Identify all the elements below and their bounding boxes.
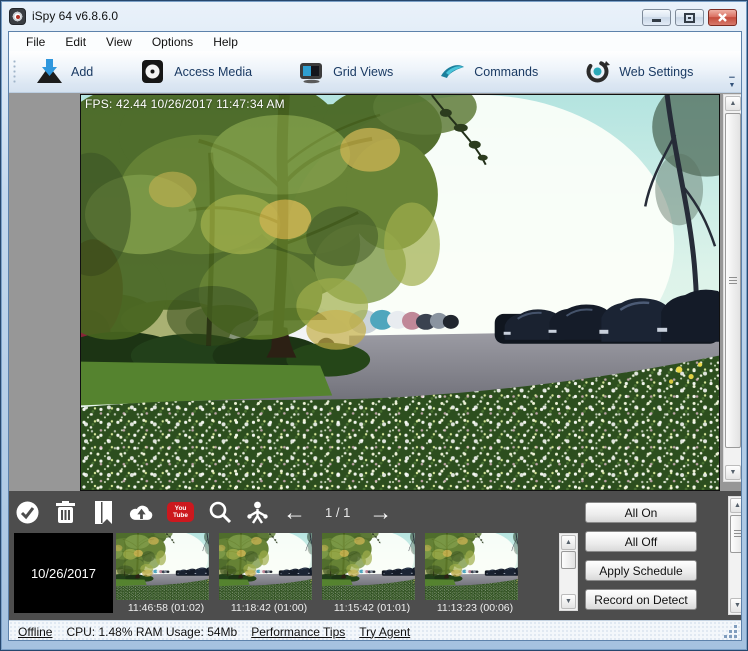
add-camera-icon	[36, 58, 63, 85]
youtube-icon[interactable]: You Tube	[167, 502, 194, 522]
record-on-detect-button[interactable]: Record on Detect	[585, 589, 697, 610]
offline-link[interactable]: Offline	[18, 625, 52, 639]
previous-page-arrow[interactable]: ←	[283, 501, 306, 523]
commands-swoosh-icon	[439, 58, 466, 85]
page-indicator: 1 / 1	[325, 505, 350, 520]
main-toolbar: Add Access Media Grid Views	[9, 51, 741, 93]
menu-bar: File Edit View Options Help	[9, 32, 741, 51]
status-bar: Offline CPU: 1.48% RAM Usage: 54Mb Perfo…	[9, 620, 741, 641]
title-bar[interactable]: iSpy 64 v6.8.6.0	[1, 1, 747, 31]
select-check-icon[interactable]	[15, 500, 40, 525]
toolbar-overflow-icon[interactable]: ▔▼	[726, 80, 738, 88]
apply-schedule-button[interactable]: Apply Schedule	[585, 560, 697, 581]
scroll-up-icon[interactable]: ▲	[561, 535, 576, 550]
recording-thumbnail[interactable]: 11:15:42 (01:01)	[322, 533, 422, 613]
menu-view[interactable]: View	[97, 33, 141, 51]
menu-help[interactable]: Help	[204, 33, 247, 51]
cpu-ram-usage: CPU: 1.48% RAM Usage: 54Mb	[66, 625, 237, 639]
bookmark-icon[interactable]	[91, 500, 116, 525]
menu-options[interactable]: Options	[143, 33, 202, 51]
minimize-button[interactable]	[642, 9, 671, 26]
toolbar-grip[interactable]	[13, 59, 16, 85]
scroll-down-icon[interactable]: ▼	[561, 594, 576, 609]
camera-live-view[interactable]: FPS: 42.44 10/26/2017 11:47:34 AM	[80, 94, 720, 491]
grid-views-button[interactable]: Grid Views	[288, 54, 403, 89]
camera-controls: All On All Off Apply Schedule Record on …	[585, 502, 697, 618]
fps-timestamp-overlay: FPS: 42.44 10/26/2017 11:47:34 AM	[85, 97, 285, 111]
resize-grip-icon[interactable]	[725, 626, 737, 638]
menu-edit[interactable]: Edit	[56, 33, 95, 51]
media-toolbar: You Tube ← 1 / 1 →	[15, 494, 392, 530]
recording-thumbnail[interactable]: 11:46:58 (01:02)	[116, 533, 216, 613]
access-media-button[interactable]: Access Media	[129, 54, 262, 89]
next-page-arrow[interactable]: →	[369, 501, 392, 523]
close-icon	[717, 13, 728, 23]
recording-thumbnail[interactable]: 11:18:42 (01:00)	[219, 533, 319, 613]
share-person-icon[interactable]	[245, 500, 270, 525]
camera-scene	[81, 95, 719, 490]
panel-vertical-scrollbar[interactable]: ▲ ▼	[728, 496, 742, 615]
commands-button[interactable]: Commands	[429, 54, 548, 89]
search-icon[interactable]	[207, 500, 232, 525]
delete-trash-icon[interactable]	[53, 500, 78, 525]
app-eye-icon	[9, 8, 26, 25]
web-settings-sync-icon	[584, 58, 611, 85]
maximize-button[interactable]	[675, 9, 704, 26]
window-title: iSpy 64 v6.8.6.0	[32, 9, 118, 23]
scrollbar-thumb[interactable]	[725, 113, 741, 448]
close-button[interactable]	[708, 9, 737, 26]
web-settings-button[interactable]: Web Settings	[574, 54, 703, 89]
scroll-down-icon[interactable]: ▼	[725, 465, 741, 480]
scroll-down-icon[interactable]: ▼	[730, 598, 742, 613]
maximize-icon	[684, 13, 695, 23]
add-button[interactable]: Add	[26, 54, 103, 89]
cloud-upload-icon[interactable]	[129, 500, 154, 525]
menu-file[interactable]: File	[17, 33, 54, 51]
grid-monitor-icon	[298, 58, 325, 85]
scrollbar-thumb[interactable]	[561, 551, 576, 569]
app-window: iSpy 64 v6.8.6.0 File Edit View Options …	[0, 0, 748, 651]
scroll-up-icon[interactable]: ▲	[725, 96, 741, 111]
all-on-button[interactable]: All On	[585, 502, 697, 523]
camera-view-area: FPS: 42.44 10/26/2017 11:47:34 AM ▲ ▼	[9, 93, 741, 491]
scrollbar-thumb[interactable]	[730, 515, 742, 553]
media-disc-icon	[139, 58, 166, 85]
thumbnail-scrollbar[interactable]: ▲ ▼	[559, 533, 578, 611]
client-area: File Edit View Options Help Add	[8, 31, 742, 641]
all-off-button[interactable]: All Off	[585, 531, 697, 552]
scroll-up-icon[interactable]: ▲	[730, 498, 742, 513]
try-agent-link[interactable]: Try Agent	[359, 625, 410, 639]
minimize-icon	[651, 13, 662, 22]
recording-thumbnail[interactable]: 11:13:23 (00:06)	[425, 533, 525, 613]
media-panel: You Tube ← 1 / 1 → 10/26/2017	[9, 491, 741, 620]
performance-tips-link[interactable]: Performance Tips	[251, 625, 345, 639]
main-vertical-scrollbar[interactable]: ▲ ▼	[723, 94, 742, 482]
timeline-date-tile[interactable]: 10/26/2017	[14, 533, 113, 613]
